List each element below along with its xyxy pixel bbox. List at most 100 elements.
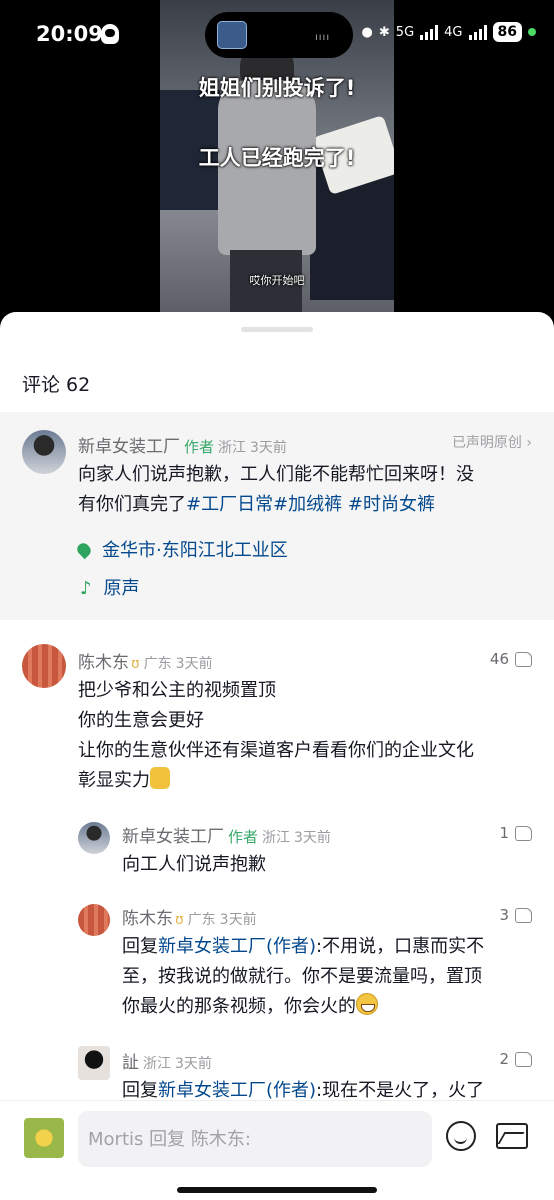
reply-target-link[interactable]: 新卓女装工厂(作者): [158, 1080, 316, 1101]
reply-line-3: 你最火的那条视频，你会火的: [122, 992, 378, 1022]
reply-avatar[interactable]: [78, 904, 110, 936]
original-claim-label: 已声明原创: [451, 435, 522, 451]
comment-input-bar: [0, 1100, 554, 1200]
comment-author-line: 陈木东 ʊ 广东 3天前: [78, 648, 213, 673]
hashtag-3[interactable]: #时尚女裤: [348, 494, 435, 515]
comment-region: 广东: [143, 656, 172, 672]
reply-time: 3天前: [175, 1056, 212, 1072]
reply-line-3-text: 你最火的那条视频，你会火的: [122, 996, 356, 1017]
status-bar: 20:09 ● ✱ 5G 4G 86: [0, 0, 554, 70]
reply-line-1-text: :不用说，口惠而实不: [316, 936, 485, 957]
comment-line-3: 让你的生意伙伴还有渠道客户看看你们的企业文化: [78, 740, 474, 761]
post-author-name[interactable]: 新卓女装工厂: [78, 437, 180, 457]
map-pin-icon: [74, 540, 94, 560]
reply-like-count: 1: [499, 824, 509, 842]
comment-line-4: 彰显实力: [78, 766, 170, 796]
comment-line-1: 把少爷和公主的视频置顶: [78, 680, 276, 701]
comment-input-wrapper[interactable]: [78, 1111, 432, 1167]
thumbs-up-icon: [515, 651, 532, 667]
post-text-line1: 向家人们说声抱歉，工人们能不能帮忙回来呀！没: [78, 464, 474, 485]
reply-author-line: 陈木东 ʊ 广东 3天前: [122, 904, 257, 929]
reply-like-button[interactable]: 3: [499, 906, 532, 924]
reply-like-count: 3: [499, 906, 509, 924]
post-author-line: 新卓女装工厂 作者 浙江 3天前: [78, 432, 287, 457]
comment-author-name[interactable]: 陈木东: [78, 653, 129, 673]
music-note-icon: ♪: [80, 578, 92, 599]
status-time: 20:09: [36, 22, 103, 46]
author-tag: 作者: [228, 828, 259, 846]
location-link[interactable]: 金华市·东阳江北工业区: [74, 536, 288, 562]
comment-line-4-text: 彰显实力: [78, 770, 150, 791]
video-caption-1: 姐姐们别投诉了!: [198, 76, 356, 100]
post-text-prefix: 有你们真完了: [78, 494, 186, 515]
comment-like-button[interactable]: 46: [490, 650, 532, 668]
user-sticker-avatar[interactable]: [24, 1118, 64, 1158]
network-4g-label: 4G: [444, 24, 463, 40]
author-tag: 作者: [184, 438, 215, 456]
reply-author-line: 新卓女装工厂 作者 浙江 3天前: [122, 822, 331, 847]
reply-text: 向工人们说声抱歉: [122, 854, 266, 875]
thumbs-up-icon: [515, 1051, 532, 1067]
comment-count: 评论 62: [22, 374, 91, 396]
reply-author-name[interactable]: 陈木东: [122, 909, 173, 929]
home-indicator[interactable]: [177, 1187, 377, 1193]
location-label: 金华市·东阳江北工业区: [102, 540, 288, 561]
post-region: 浙江: [218, 440, 247, 456]
signal-icon-2: [468, 24, 487, 40]
status-icons: ● ✱ 5G 4G 86: [362, 22, 536, 42]
network-5g-label: 5G: [395, 24, 415, 40]
comment-line-2: 你的生意会更好: [78, 710, 204, 731]
comment-time: 3天前: [175, 656, 213, 672]
reply-author-name[interactable]: 訨: [122, 1053, 139, 1073]
image-picker-icon[interactable]: [496, 1123, 528, 1149]
location-icon: ●: [361, 24, 373, 40]
fan-badge-icon: ʊ: [131, 656, 140, 672]
reply-time: 3天前: [219, 912, 257, 928]
reply-region: 浙江: [262, 830, 291, 846]
reply-avatar[interactable]: [78, 822, 110, 854]
reply-line-2: 至，按我说的做就行。你不是要流量吗，置顶: [122, 966, 482, 987]
video-subtitle: 哎你开始吧: [249, 274, 305, 287]
comment-input[interactable]: [88, 1111, 422, 1167]
reply-prefix: 回复: [122, 936, 158, 957]
reply-avatar[interactable]: [78, 1046, 110, 1080]
thumbs-up-icon: [515, 907, 532, 923]
reply-time: 3天前: [294, 830, 331, 846]
signal-icon: [420, 24, 439, 40]
reply-prefix: 回复: [122, 1080, 158, 1101]
hashtag-2[interactable]: #加绒裤: [273, 494, 342, 515]
reply-author-line: 訨浙江 3天前: [122, 1048, 212, 1073]
reply-region: 广东: [187, 912, 216, 928]
reply-like-button[interactable]: 2: [499, 1050, 532, 1068]
reply-line-1-text: :现在不是火了，火了: [316, 1080, 485, 1101]
thumbs-up-emoji-icon: [150, 767, 170, 789]
sheet-grab-handle[interactable]: [241, 327, 313, 332]
qq-icon: [101, 24, 119, 44]
comment-sheet: 评论 62 新卓女装工厂 作者 浙江 3天前 已声明原创 › 向家人们说声抱歉，工人们…: [0, 312, 554, 1200]
music-link[interactable]: ♪ 原声: [80, 574, 140, 600]
reply-like-count: 2: [499, 1050, 509, 1068]
post-text-line2: 有你们真完了#工厂日常#加绒裤 #时尚女裤: [78, 490, 435, 520]
emoji-picker-icon[interactable]: [446, 1121, 476, 1151]
post-time: 3天前: [250, 440, 287, 456]
thumbs-up-icon: [515, 825, 532, 841]
chevron-right-icon: ›: [526, 435, 532, 451]
comment-like-count: 46: [489, 650, 509, 668]
reply-author-name[interactable]: 新卓女装工厂: [122, 827, 224, 847]
music-label: 原声: [103, 578, 140, 599]
original-claim[interactable]: 已声明原创 ›: [452, 432, 532, 452]
reply-target-link[interactable]: 新卓女装工厂(作者): [158, 936, 316, 957]
post-description: 新卓女装工厂 作者 浙江 3天前 已声明原创 › 向家人们说声抱歉，工人们能不能帮忙回…: [0, 412, 554, 620]
author-avatar[interactable]: [22, 430, 66, 474]
fan-badge-icon: ʊ: [175, 912, 184, 928]
commenter-avatar[interactable]: [22, 644, 66, 688]
hashtag-1[interactable]: #工厂日常: [186, 494, 273, 515]
reply-like-button[interactable]: 1: [499, 824, 532, 842]
privacy-dot-icon: [528, 28, 536, 36]
grin-emoji-icon: [356, 993, 378, 1015]
reply-region: 浙江: [143, 1056, 171, 1072]
video-caption-2: 工人已经跑完了!: [198, 146, 356, 170]
battery-icon: 86: [492, 22, 522, 42]
bluetooth-icon: ✱: [378, 24, 390, 40]
reply-line-1: 回复新卓女装工厂(作者):不用说，口惠而实不: [122, 932, 484, 962]
